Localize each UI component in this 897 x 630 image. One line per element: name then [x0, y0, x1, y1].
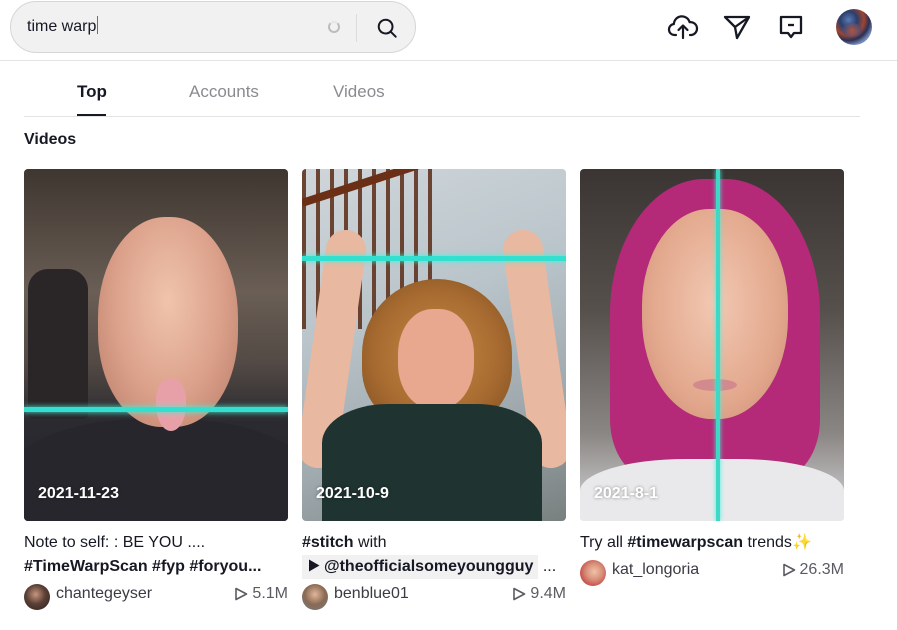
search-input-value: time warp — [27, 18, 97, 35]
play-filled-icon — [309, 559, 320, 572]
time-warp-scanline — [302, 256, 566, 261]
section-title: Videos — [24, 131, 77, 148]
thumb-shape — [322, 404, 542, 521]
thumb-shape — [693, 379, 737, 391]
video-description[interactable]: Try all #timewarpscan trends✨ — [580, 531, 844, 555]
inbox-button[interactable] — [774, 10, 808, 44]
username[interactable]: benblue01 — [334, 585, 409, 603]
mention-chip[interactable]: @theofficialsomeyoungguy — [302, 555, 539, 579]
views-value: 9.4M — [530, 585, 566, 602]
sparkles-emoji-icon: ✨ — [791, 534, 812, 551]
video-meta: benblue01 9.4M — [302, 582, 566, 612]
profile-avatar[interactable] — [836, 9, 872, 45]
search-tabs: Top Accounts Videos — [24, 62, 860, 117]
view-count: 26.3M — [782, 561, 844, 579]
upload-button[interactable] — [666, 10, 700, 44]
tab-top[interactable]: Top — [77, 82, 107, 102]
text-caret — [97, 16, 99, 34]
user-avatar[interactable] — [24, 584, 50, 610]
video-date: 2021-8-1 — [594, 485, 659, 502]
loading-spinner-icon — [328, 21, 340, 33]
video-thumbnail[interactable]: 2021-11-23 — [24, 169, 288, 521]
mention-handle: @theofficialsomeyoungguy — [324, 558, 534, 575]
video-meta: kat_longoria 26.3M — [580, 558, 844, 588]
video-meta: chantegeyser 5.1M — [24, 582, 288, 612]
views-value: 5.1M — [252, 585, 288, 602]
video-description[interactable]: #stitch with @theofficialsomeyoungguy ..… — [302, 531, 566, 579]
tab-accounts[interactable]: Accounts — [189, 82, 259, 102]
description-hashtags[interactable]: #TimeWarpScan #fyp #foryou... — [24, 555, 288, 579]
description-text: with — [353, 534, 387, 551]
description-hashtag[interactable]: #timewarpscan — [627, 534, 743, 551]
thumb-shape — [156, 379, 186, 431]
view-count: 5.1M — [234, 585, 288, 603]
video-date: 2021-10-9 — [316, 485, 389, 502]
tab-videos[interactable]: Videos — [333, 82, 385, 102]
time-warp-scanline — [24, 407, 288, 412]
search-icon — [377, 18, 397, 38]
inbox-message-icon — [779, 15, 803, 39]
search-bar[interactable]: time warp — [10, 1, 416, 53]
video-thumbnail[interactable]: 2021-8-1 — [580, 169, 844, 521]
description-line: Note to self: : BE YOU .... — [24, 534, 206, 551]
time-warp-scanline — [716, 169, 720, 521]
description-text: Try all — [580, 534, 628, 551]
username[interactable]: chantegeyser — [56, 585, 152, 603]
play-outline-icon — [513, 587, 526, 601]
active-tab-indicator — [77, 114, 106, 116]
video-card: 2021-8-1 Try all #timewarpscan trends✨ k… — [580, 169, 844, 588]
user-avatar[interactable] — [580, 560, 606, 586]
description-ellipsis: ... — [538, 558, 557, 575]
description-text: trends — [743, 534, 792, 551]
video-description[interactable]: Note to self: : BE YOU .... #TimeWarpSca… — [24, 531, 288, 579]
top-header: time warp — [0, 0, 897, 61]
user-avatar[interactable] — [302, 584, 328, 610]
views-value: 26.3M — [799, 561, 844, 578]
video-card: 2021-11-23 Note to self: : BE YOU .... #… — [24, 169, 288, 612]
view-count: 9.4M — [512, 585, 566, 603]
search-input[interactable]: time warp — [27, 2, 317, 52]
thumb-shape — [398, 309, 474, 409]
description-hashtag[interactable]: #stitch — [302, 534, 354, 551]
thumb-shape — [28, 269, 88, 419]
upload-cloud-icon — [667, 15, 699, 40]
search-divider — [356, 14, 357, 42]
play-outline-icon — [782, 563, 795, 577]
video-card: 2021-10-9 #stitch with @theofficialsomey… — [302, 169, 566, 612]
send-paper-plane-icon — [723, 15, 751, 40]
video-date: 2021-11-23 — [38, 485, 119, 502]
play-outline-icon — [235, 587, 248, 601]
thumb-shape — [24, 419, 288, 521]
search-button[interactable] — [367, 8, 407, 48]
video-thumbnail[interactable]: 2021-10-9 — [302, 169, 566, 521]
username[interactable]: kat_longoria — [612, 561, 699, 579]
messages-button[interactable] — [720, 10, 754, 44]
